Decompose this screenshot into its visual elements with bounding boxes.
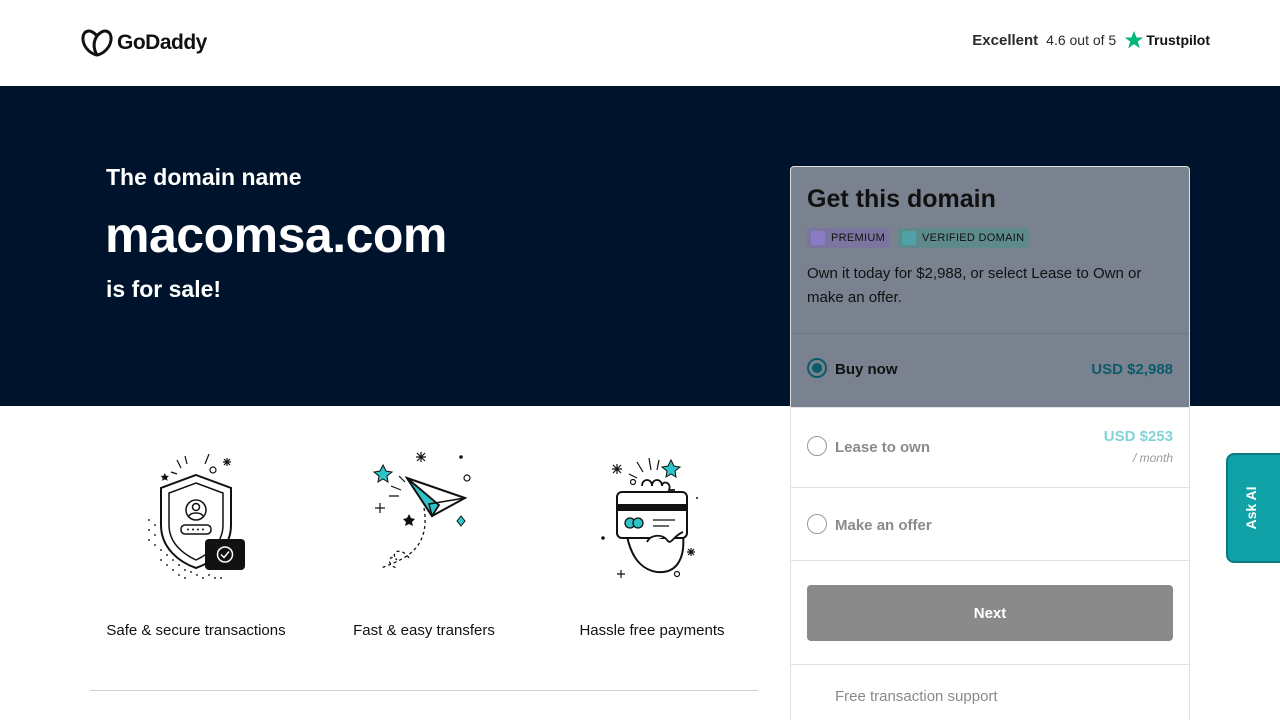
premium-badge-label: PREMIUM: [831, 232, 886, 244]
section-divider: [90, 690, 758, 691]
feature-secure: Safe & secure transactions: [96, 450, 296, 639]
card-description: Own it today for $2,988, or select Lease…: [807, 265, 1142, 306]
buy-now-label: Buy now: [835, 361, 898, 378]
option-lease-to-own[interactable]: Lease to own USD $253 / month: [791, 407, 1189, 487]
next-section: Next: [791, 560, 1189, 664]
feature-payments: Hassle free payments: [552, 450, 752, 639]
trustpilot-brand: Trustpilot: [1124, 30, 1210, 50]
offer-label: Make an offer: [835, 517, 932, 534]
get-domain-card: Get this domain PREMIUM VERIFIED DOMAIN …: [790, 166, 1190, 720]
premium-badge: PREMIUM: [807, 228, 891, 248]
verified-badge: VERIFIED DOMAIN: [898, 228, 1030, 248]
star-icon: [1125, 30, 1144, 49]
buy-now-price: USD $2,988: [1091, 361, 1173, 378]
card-title: Get this domain: [807, 185, 996, 213]
ask-ai-label: Ask AI: [1243, 486, 1259, 530]
option-make-offer[interactable]: Make an offer: [791, 487, 1189, 560]
verified-badge-label: VERIFIED DOMAIN: [922, 232, 1025, 244]
feature-transfers: Fast & easy transfers: [324, 450, 524, 639]
logo-text: GoDaddy: [117, 31, 207, 54]
site-header: GoDaddy Excellent 4.6 out of 5 Trustpilo…: [0, 0, 1280, 86]
trust-score: 4.6 out of 5: [1046, 32, 1117, 48]
domain-name: macomsa.com: [105, 207, 447, 263]
support-row: Free transaction support: [791, 664, 1189, 720]
hero-subtitle: The domain name: [106, 164, 302, 190]
buy-now-radio[interactable]: [807, 358, 827, 378]
support-label: Free transaction support: [835, 688, 998, 705]
godaddy-logo-icon: [81, 29, 113, 57]
lease-per-month: / month: [1132, 451, 1173, 465]
trust-rating-word: Excellent: [972, 31, 1039, 49]
godaddy-logo[interactable]: GoDaddy: [81, 28, 207, 58]
option-buy-now[interactable]: Buy now USD $2,988: [791, 333, 1189, 407]
premium-icon: [811, 231, 825, 245]
lease-radio[interactable]: [807, 436, 827, 456]
next-button[interactable]: Next: [807, 585, 1173, 641]
lease-price: USD $253: [1103, 428, 1173, 445]
badge-list: PREMIUM VERIFIED DOMAIN: [807, 228, 1030, 248]
offer-radio[interactable]: [807, 514, 827, 534]
feature-label: Safe & secure transactions: [106, 622, 286, 639]
shield-icon: [148, 453, 245, 579]
feature-label: Hassle free payments: [579, 622, 725, 639]
hero-sale-text: is for sale!: [106, 276, 222, 302]
trustpilot-rating[interactable]: Excellent 4.6 out of 5 Trustpilot: [972, 30, 1210, 50]
feature-label: Fast & easy transfers: [353, 622, 495, 639]
ask-ai-tab[interactable]: Ask AI: [1226, 453, 1280, 563]
credit-card-hand-icon: [601, 457, 698, 578]
paper-plane-icon: [372, 452, 471, 569]
verified-icon: [902, 231, 917, 245]
lease-label: Lease to own: [835, 439, 931, 456]
trustpilot-label: Trustpilot: [1146, 32, 1210, 48]
